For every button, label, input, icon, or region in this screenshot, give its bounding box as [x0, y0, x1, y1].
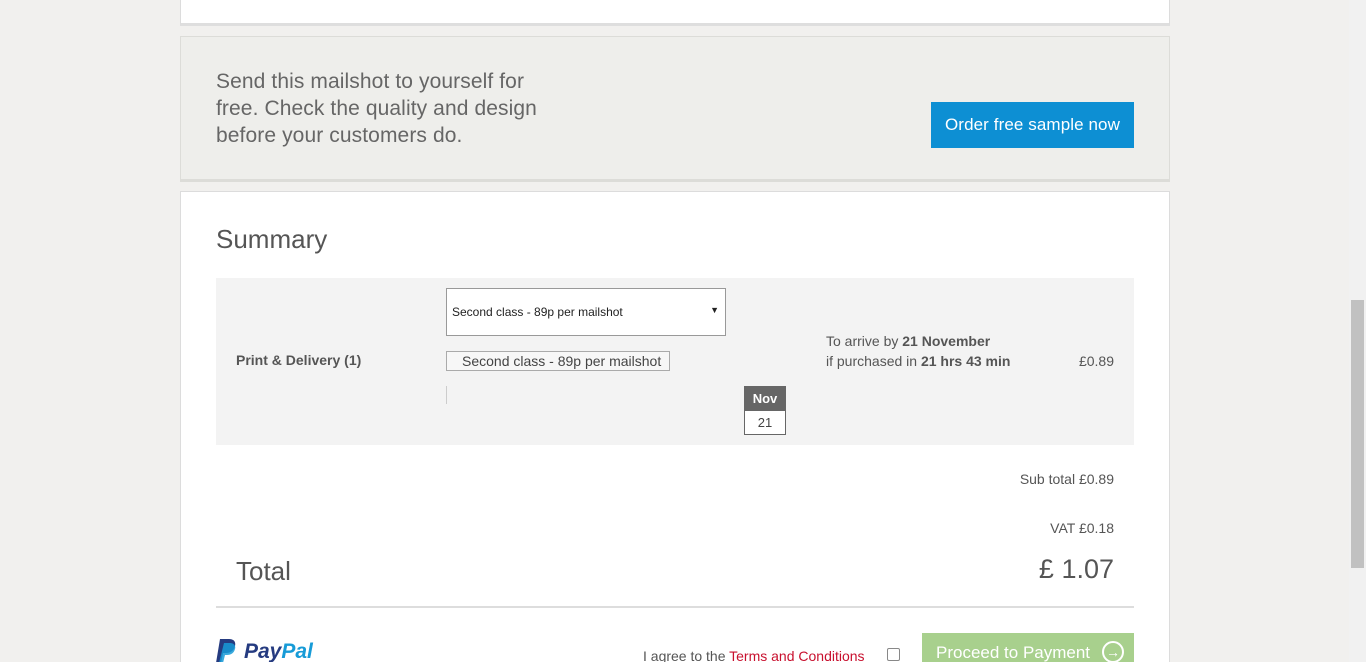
proceed-to-payment-button[interactable]: Proceed to Payment → — [922, 633, 1134, 662]
dropdown-arrow-icon: ▼ — [710, 305, 719, 315]
summary-title: Summary — [216, 224, 328, 254]
previous-card — [180, 0, 1170, 26]
total-divider — [216, 606, 1134, 608]
summary-card: Summary Print & Delivery (1) Second clas… — [180, 191, 1170, 662]
scrollbar-thumb[interactable] — [1351, 300, 1364, 568]
total-value: £ 1.07 — [1038, 554, 1114, 584]
arrive-prefix: To arrive by — [826, 333, 903, 349]
print-delivery-label: Print & Delivery (1) — [236, 352, 362, 368]
paypal-logo[interactable]: PayPal — [216, 638, 313, 662]
arrive-date: 21 November — [902, 333, 991, 349]
paypal-pal: Pal — [281, 640, 313, 662]
print-delivery-row: Print & Delivery (1) Second class - 89p … — [216, 278, 1134, 445]
terms-link[interactable]: Terms and Conditions — [729, 648, 864, 662]
vat: VAT £0.18 — [1050, 520, 1114, 536]
subtotal: Sub total £0.89 — [1019, 471, 1114, 487]
purchase-prefix: if purchased in — [826, 353, 921, 369]
delivery-class-option-text: Second class - 89p per mailshot — [462, 353, 662, 369]
order-free-sample-button[interactable]: Order free sample now — [931, 102, 1134, 148]
terms-checkbox[interactable] — [887, 648, 900, 661]
calendar-month: Nov — [745, 387, 785, 411]
calendar-day: 21 — [757, 415, 773, 430]
free-sample-panel: Send this mailshot to yourself for free.… — [180, 36, 1170, 182]
terms-prefix: I agree to the — [643, 648, 730, 662]
delivery-class-option[interactable]: Second class - 89p per mailshot — [446, 351, 670, 371]
total-label: Total — [236, 556, 291, 586]
arrow-right-circle-icon: → — [1102, 641, 1124, 662]
free-sample-text: Send this mailshot to yourself for free.… — [216, 70, 537, 147]
delivery-class-select[interactable]: Second class - 89p per mailshot ▼ — [446, 288, 726, 336]
arrival-info: To arrive by 21 November if purchased in… — [826, 331, 1011, 371]
purchase-time: 21 hrs 43 min — [920, 353, 1011, 369]
paypal-pay: Pay — [244, 640, 282, 662]
calendar-icon: Nov 21 — [744, 386, 786, 435]
delivery-class-selected-value: Second class - 89p per mailshot — [452, 305, 623, 319]
option-divider — [446, 386, 447, 404]
proceed-label: Proceed to Payment — [936, 643, 1091, 662]
delivery-price: £0.89 — [1078, 353, 1114, 369]
terms-agreement: I agree to the Terms and Conditions — [643, 648, 865, 662]
page: Send this mailshot to yourself for free.… — [0, 0, 1366, 662]
paypal-icon — [216, 639, 236, 662]
paypal-wordmark: PayPal — [244, 640, 313, 662]
